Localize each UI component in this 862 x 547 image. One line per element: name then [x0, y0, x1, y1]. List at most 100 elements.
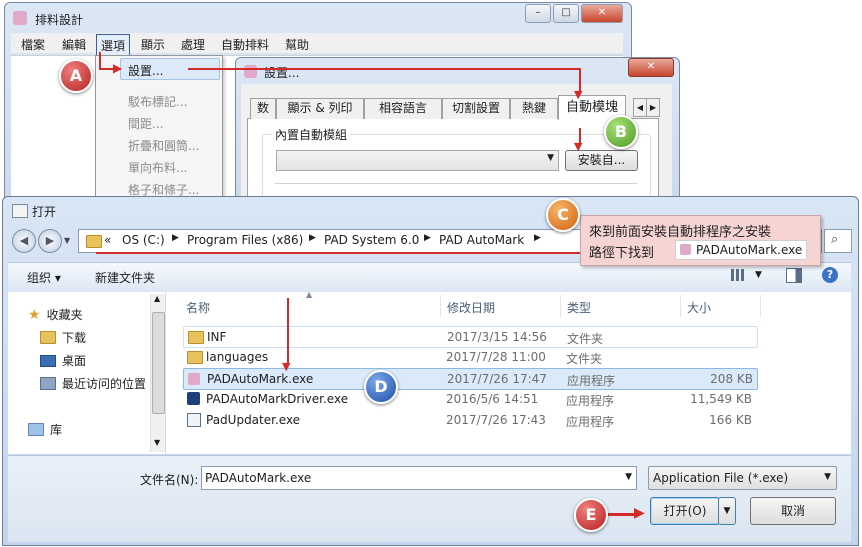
automark-group-label: 內置自動模組 — [272, 126, 351, 143]
group-divider — [275, 183, 637, 184]
arrow-b-head: ▼ — [574, 140, 583, 153]
open-button[interactable]: 打开(O) — [650, 497, 720, 525]
breadcrumb-drive[interactable]: OS (C:) — [122, 233, 165, 247]
chevron-down-icon: ▼ — [547, 153, 554, 163]
tab-hotkeys[interactable]: 熱鍵 — [510, 98, 558, 119]
preview-pane-icon[interactable] — [786, 268, 802, 283]
updater-exe-icon — [187, 413, 201, 427]
tab-language[interactable]: 相容語言 — [364, 98, 442, 119]
back-nav-button[interactable]: ◀ — [12, 229, 36, 253]
table-row[interactable]: PadUpdater.exe 2017/7/26 17:43 应用程序 166 … — [183, 410, 756, 430]
folder-icon — [188, 331, 204, 344]
settings-icon — [244, 65, 257, 78]
column-name[interactable]: 名称 — [186, 299, 210, 316]
breadcrumb-program-files[interactable]: Program Files (x86) — [187, 233, 303, 247]
menu-view[interactable]: 顯示 — [141, 36, 165, 53]
automark-module-select[interactable]: ▼ — [276, 150, 559, 171]
column-size[interactable]: 大小 — [687, 299, 711, 316]
menu-file[interactable]: 檔案 — [21, 36, 45, 53]
view-grid-icon[interactable] — [731, 269, 745, 281]
nav-downloads[interactable]: 下载 — [40, 329, 86, 346]
arrow-a-down — [99, 52, 101, 69]
desktop-icon — [40, 354, 56, 367]
callout-file-chip: PADAutoMark.exe — [675, 240, 808, 260]
arrow-d-down — [287, 298, 289, 364]
nav-scrollbar[interactable]: ▲ ▼ — [150, 294, 165, 452]
scroll-thumb[interactable] — [152, 312, 165, 414]
filename-input[interactable]: PADAutoMark.exe ▼ — [201, 466, 637, 490]
table-row[interactable]: INF 2017/3/15 14:56 文件夹 — [183, 326, 758, 348]
open-dialog-icon — [12, 204, 28, 218]
step-badge-e: E — [574, 498, 608, 532]
breadcrumb-sep-3: ▶ — [424, 233, 431, 243]
table-row[interactable]: PADAutoMarkDriver.exe 2016/5/6 14:51 应用程… — [183, 389, 756, 409]
help-icon[interactable]: ? — [822, 267, 838, 283]
open-dropdown-button[interactable]: ▼ — [718, 497, 736, 525]
install-button[interactable]: 安裝自... — [565, 150, 638, 171]
organize-button[interactable]: 组织 ▾ — [27, 269, 61, 286]
cancel-button[interactable]: 取消 — [750, 497, 836, 525]
nav-recent-places[interactable]: 最近访问的位置 — [40, 375, 146, 392]
close-button[interactable]: ✕ — [581, 4, 623, 23]
step-badge-d: D — [364, 370, 398, 404]
menu-process[interactable]: 處理 — [181, 36, 205, 53]
sort-up-icon: ▲ — [306, 290, 313, 299]
submenu-item-spacing[interactable]: 間距... — [128, 115, 163, 132]
nav-favorites[interactable]: ★ 收藏夹 — [28, 306, 83, 323]
search-icon: ⌕ — [831, 232, 839, 247]
recent-nav-dropdown[interactable]: ▼ — [64, 236, 70, 245]
step-badge-b: B — [604, 115, 638, 149]
search-box[interactable]: ⌕ — [824, 229, 852, 253]
folder-icon — [86, 235, 102, 248]
chevron-down-icon: ▼ — [824, 472, 831, 482]
tab-scroll-left[interactable]: ◀ — [633, 98, 647, 117]
submenu-item-fold[interactable]: 折疊和圓筒... — [128, 137, 199, 154]
view-dropdown-icon[interactable]: ▼ — [755, 270, 762, 280]
new-folder-button[interactable]: 新建文件夹 — [95, 269, 155, 286]
open-dialog-title: 打开 — [32, 205, 57, 219]
app-exe-icon — [680, 244, 691, 255]
scroll-down-icon: ▼ — [154, 438, 161, 447]
minimize-button[interactable]: – — [525, 4, 551, 23]
filetype-select[interactable]: Application File (*.exe) ▼ — [648, 466, 837, 490]
submenu-item-oneway[interactable]: 單向布料... — [128, 159, 187, 176]
breadcrumb-overflow[interactable]: « — [104, 233, 111, 247]
menu-automark[interactable]: 自動排料 — [221, 36, 269, 53]
downloads-folder-icon — [40, 331, 56, 344]
tab-scroll-right[interactable]: ▶ — [646, 98, 660, 117]
column-date[interactable]: 修改日期 — [447, 299, 495, 316]
table-row-selected[interactable]: PADAutoMark.exe 2017/7/26 17:47 应用程序 208… — [183, 368, 758, 390]
chevron-down-icon: ▼ — [625, 472, 632, 482]
tab-partial[interactable]: 数 — [250, 98, 276, 119]
forward-nav-button[interactable]: ▶ — [38, 229, 62, 253]
breadcrumb-pad-automark[interactable]: PAD AutoMark — [439, 233, 524, 247]
arrow-settings-right — [188, 68, 580, 70]
menu-help[interactable]: 幫助 — [285, 36, 309, 53]
window-title: 排料設計 — [35, 13, 84, 27]
column-divider — [680, 295, 681, 317]
filename-label: 文件名(N): — [140, 473, 199, 487]
step-badge-c: C — [546, 198, 580, 232]
menu-options[interactable]: 選項 — [96, 34, 131, 57]
star-icon: ★ — [28, 306, 41, 323]
scroll-up-icon: ▲ — [154, 294, 161, 303]
column-divider — [440, 295, 441, 317]
address-underline — [96, 252, 580, 254]
settings-dialog-title: 設置... — [264, 66, 300, 80]
tab-display-print[interactable]: 顯示 & 列印 — [276, 98, 364, 119]
tab-cutting[interactable]: 切割設置 — [442, 98, 510, 119]
breadcrumb-pad-system[interactable]: PAD System 6.0 — [324, 233, 419, 247]
instruction-callout: 來到前面安裝自動排程序之安裝 路徑下找到 PADAutoMark.exe — [580, 215, 821, 266]
menu-edit[interactable]: 編輯 — [62, 36, 86, 53]
table-row[interactable]: languages 2017/7/28 11:00 文件夹 — [183, 347, 756, 367]
column-divider — [560, 295, 561, 317]
nav-libraries[interactable]: 库 — [28, 421, 62, 438]
arrow-d-head: ▼ — [282, 360, 291, 373]
maximize-button[interactable]: □ — [553, 4, 579, 23]
column-type[interactable]: 类型 — [567, 299, 591, 316]
arrow-a-head: ▶ — [113, 61, 123, 75]
settings-close-button[interactable]: ✕ — [628, 58, 674, 77]
folder-icon — [187, 351, 203, 364]
nav-desktop[interactable]: 桌面 — [40, 352, 86, 369]
submenu-item-notch[interactable]: 駁布標記... — [128, 93, 187, 110]
